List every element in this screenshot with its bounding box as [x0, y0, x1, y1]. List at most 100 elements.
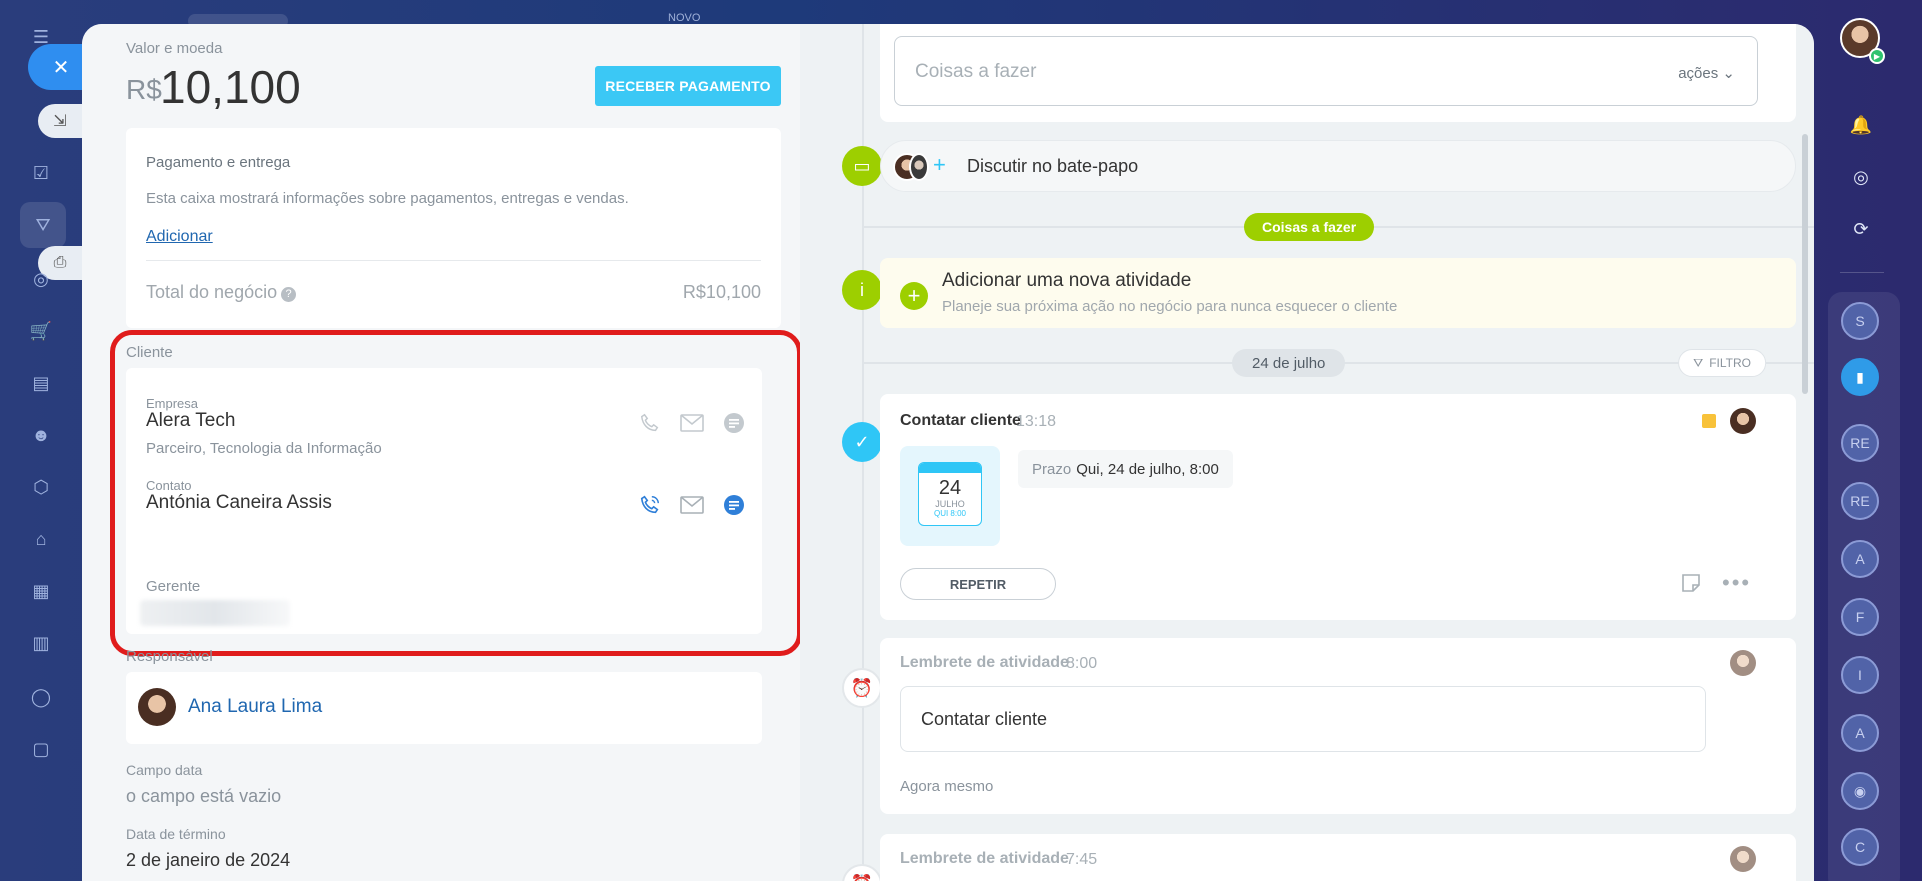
mail-icon[interactable] [680, 493, 704, 517]
more-icon[interactable]: ••• [1722, 570, 1751, 596]
chat-circle[interactable]: A [1841, 714, 1879, 752]
avatar[interactable] [1730, 408, 1756, 434]
responsible-name[interactable]: Ana Laura Lima [188, 696, 322, 718]
currency: R$ [126, 74, 162, 105]
filter-button[interactable]: ⛛ FILTRO [1678, 349, 1766, 377]
add-activity-title: Adicionar uma nova atividade [942, 270, 1192, 291]
phone-icon[interactable] [638, 411, 662, 435]
funnel-icon[interactable]: ⛛ [20, 202, 66, 248]
reminder-card: Lembrete de atividade 8:00 Contatar clie… [880, 638, 1796, 814]
left-rail: ☰ ✕ ⇲ ☑ ⛛ ⎙ ◎ 🛒 ▤ ☻ ⬡ ⌂ ▦ ▥ ◯ ▢ [0, 0, 86, 881]
add-activity-subtitle: Planeje sua próxima ação no negócio para… [942, 298, 1398, 315]
redacted-field [140, 600, 290, 626]
end-date-label: Data de término [126, 826, 226, 842]
plus-icon[interactable]: + [933, 152, 946, 178]
online-status-icon: ▶ [1869, 48, 1885, 64]
todo-editor: Coisas a fazer ações ⌄ [880, 24, 1796, 122]
timeline-column: Coisas a fazer ações ⌄ ▭ + Discutir no b… [800, 24, 1814, 881]
contact-label: Contato [146, 478, 192, 493]
discuss-chat-label: Discutir no bate-papo [967, 156, 1139, 176]
target-icon[interactable]: ◎ [28, 266, 54, 292]
chat-icon[interactable] [722, 493, 746, 517]
card-icon[interactable]: ▤ [28, 370, 54, 396]
calendar-icon[interactable]: ▦ [28, 578, 54, 604]
end-date-value[interactable]: 2 de janeiro de 2024 [126, 850, 290, 871]
todo-actions-menu[interactable]: ações ⌄ [1678, 64, 1735, 82]
close-icon: ✕ [52, 56, 70, 79]
activity-title[interactable]: Contatar cliente [900, 412, 1021, 430]
chat-bubble-icon: ▭ [842, 146, 882, 186]
plus-icon[interactable]: + [900, 282, 928, 310]
phone-icon[interactable] [638, 493, 662, 517]
avatar [909, 153, 929, 181]
deal-details-column: Valor e moeda R$ 10,100 RECEBER PAGAMENT… [82, 24, 802, 881]
todo-input[interactable]: Coisas a fazer ações ⌄ [894, 36, 1758, 106]
add-activity-card[interactable]: + Adicionar uma nova atividade Planeje s… [880, 258, 1796, 328]
mail-icon[interactable] [680, 411, 704, 435]
todo-badge: Coisas a fazer [1244, 213, 1375, 241]
client-section-label: Cliente [126, 344, 173, 361]
deadline-chip[interactable]: Prazo Qui, 24 de julho, 8:00 [1018, 450, 1233, 488]
help-icon[interactable]: ? [281, 286, 297, 302]
calendar-day: 24 [938, 477, 962, 499]
company-actions [638, 411, 746, 435]
reminder-title: Lembrete de atividade [900, 654, 1069, 671]
date-field-value[interactable]: o campo está vazio [126, 786, 281, 807]
avatar[interactable] [138, 688, 176, 726]
deadline-value: Qui, 24 de julho, 8:00 [1076, 460, 1219, 478]
chat-circle[interactable]: I [1841, 656, 1879, 694]
sync-icon[interactable]: ⟳ [1846, 214, 1876, 244]
background-label: NOVO [668, 12, 701, 24]
scrollbar[interactable] [1802, 134, 1808, 394]
chat-circle[interactable]: RE [1841, 482, 1879, 520]
company-name[interactable]: Alera Tech [146, 410, 235, 432]
date-badge: 24 de julho [1232, 349, 1346, 377]
chat-circle[interactable]: A [1841, 540, 1879, 578]
chat-circle[interactable]: C [1841, 828, 1879, 866]
circle-icon[interactable]: ◯ [28, 684, 54, 710]
avatar [1730, 650, 1756, 676]
deal-amount[interactable]: 10,100 [160, 60, 301, 114]
chat-circle[interactable]: F [1841, 598, 1879, 636]
cart-icon[interactable]: 🛒 [28, 318, 54, 344]
calendar-widget[interactable]: 24 JULHO QUI 8:00 [900, 446, 1000, 546]
calendar-month: JULHO [935, 499, 965, 509]
chat-icon[interactable] [722, 411, 746, 435]
contact-name[interactable]: Antónia Caneira Assis [146, 492, 332, 514]
alarm-clock-icon: ⏰ [842, 864, 882, 881]
tasks-icon[interactable]: ☑ [28, 160, 54, 186]
doc-icon[interactable]: ▢ [28, 736, 54, 762]
building-icon[interactable]: ⌂ [28, 526, 54, 552]
close-slider-button[interactable]: ✕ [28, 44, 86, 90]
chart-icon[interactable]: ▥ [28, 630, 54, 656]
chat-circle[interactable]: S [1841, 302, 1879, 340]
robot-icon[interactable]: ☻ [28, 422, 54, 448]
reminder-time: 8:00 [1066, 655, 1098, 672]
priority-flag-icon[interactable] [1702, 414, 1716, 428]
calendar-weekday: QUI 8:00 [933, 509, 966, 518]
receive-payment-button[interactable]: RECEBER PAGAMENTO [595, 66, 781, 106]
note-icon[interactable] [1680, 572, 1702, 594]
todo-actions-label: ações [1678, 65, 1719, 82]
chevron-down-icon: ⌄ [1722, 65, 1735, 82]
box-icon[interactable]: ⬡ [28, 474, 54, 500]
open-channel-icon[interactable]: ◉ [1841, 772, 1879, 810]
reminder-time: 7:45 [1066, 851, 1098, 868]
collapse-icon[interactable]: ⇲ [38, 104, 82, 138]
company-description: Parceiro, Tecnologia da Informação [146, 440, 382, 457]
target-icon[interactable]: ◎ [1846, 162, 1876, 192]
bell-icon[interactable]: 🔔 [1846, 110, 1876, 140]
add-payment-link[interactable]: Adicionar [146, 228, 213, 246]
contact-role: Gerente [146, 578, 201, 595]
divider [146, 260, 761, 261]
date-field-label: Campo data [126, 762, 203, 778]
repeat-button[interactable]: REPETIR [900, 568, 1056, 600]
chat-circle[interactable]: RE [1841, 424, 1879, 462]
bookmark-icon[interactable]: ▮ [1841, 358, 1879, 396]
discuss-chat-row[interactable]: + Discutir no bate-papo [880, 140, 1796, 192]
reminder-card: Lembrete de atividade 7:45 [880, 834, 1796, 881]
responsible-card: Ana Laura Lima [126, 672, 762, 744]
payment-title: Pagamento e entrega [146, 154, 291, 171]
payment-description: Esta caixa mostrará informações sobre pa… [146, 190, 629, 207]
total-value: R$10,100 [682, 282, 761, 302]
